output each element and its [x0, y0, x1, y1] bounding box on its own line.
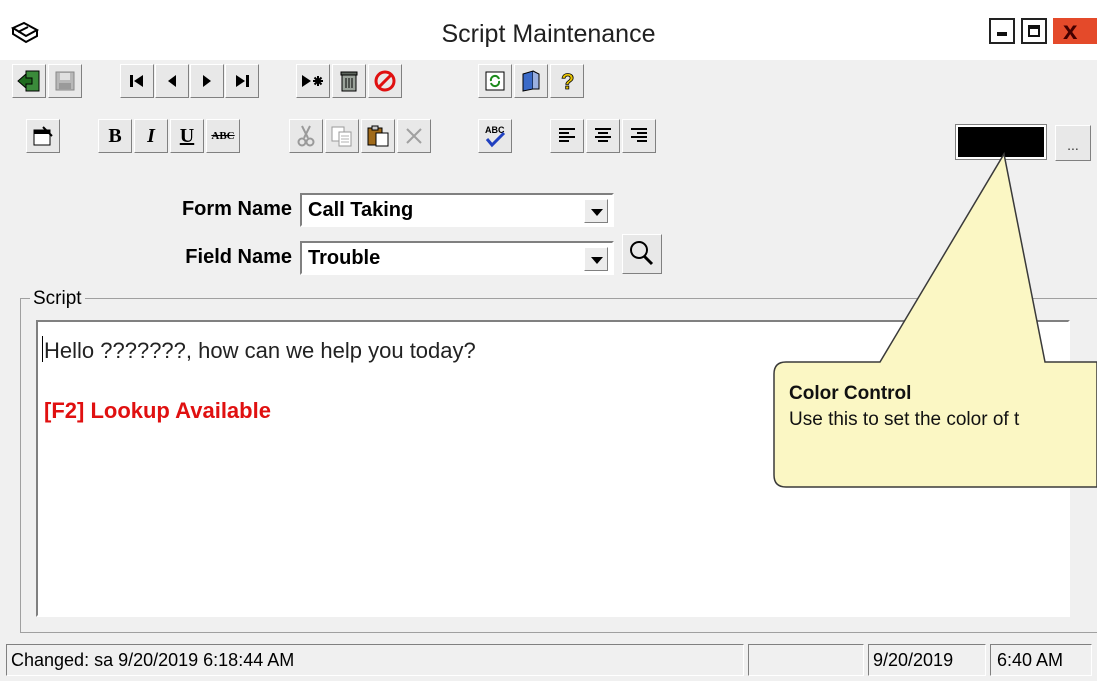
- print-button[interactable]: [514, 64, 548, 98]
- strikethrough-button[interactable]: ABC: [206, 119, 240, 153]
- properties-icon: [33, 126, 53, 146]
- italic-button[interactable]: I: [134, 119, 168, 153]
- new-record-icon: [302, 75, 323, 87]
- align-right-icon: [631, 128, 647, 142]
- title-bar: Script Maintenance x: [0, 0, 1097, 60]
- close-button[interactable]: x: [1053, 15, 1097, 45]
- cut-button[interactable]: [289, 119, 323, 153]
- copy-icon: [331, 126, 352, 147]
- close-icon: x: [1063, 15, 1078, 45]
- spellcheck-icon: ABC: [485, 125, 506, 148]
- align-center-button[interactable]: [586, 119, 620, 153]
- form-name-label: Form Name: [181, 198, 292, 220]
- bold-button[interactable]: B: [98, 119, 132, 153]
- color-picker-button[interactable]: ...: [1055, 125, 1091, 161]
- help-button[interactable]: ?: [550, 64, 584, 98]
- align-left-button[interactable]: [550, 119, 584, 153]
- underline-button[interactable]: U: [170, 119, 204, 153]
- format-toolbar: B I U ABC ABC: [0, 119, 700, 155]
- previous-record-button[interactable]: [155, 64, 189, 98]
- next-record-icon: [203, 75, 211, 87]
- first-record-icon: [130, 75, 143, 87]
- strikethrough-icon: ABC: [211, 130, 235, 142]
- save-icon: [55, 71, 75, 91]
- maximize-button[interactable]: [1021, 18, 1047, 44]
- bold-icon: B: [108, 124, 122, 147]
- status-panel-empty: [748, 644, 864, 676]
- navigation-toolbar: ?: [0, 64, 620, 100]
- paste-icon: [367, 125, 389, 147]
- script-group-label: Script: [30, 288, 85, 310]
- previous-record-icon: [168, 75, 176, 87]
- script-line-greeting: Hello ???????, how can we help you today…: [44, 338, 476, 363]
- status-date: 9/20/2019: [868, 644, 986, 676]
- status-changed: Changed: sa 9/20/2019 6:18:44 AM: [6, 644, 744, 676]
- align-left-icon: [559, 128, 575, 142]
- spellcheck-button[interactable]: ABC: [478, 119, 512, 153]
- color-swatch[interactable]: [955, 124, 1047, 160]
- align-center-icon: [595, 128, 611, 142]
- properties-button[interactable]: [26, 119, 60, 153]
- field-name-value: Trouble: [308, 247, 381, 269]
- script-line-lookup: [F2] Lookup Available: [44, 398, 271, 423]
- clear-button[interactable]: [397, 119, 431, 153]
- new-record-button[interactable]: [296, 64, 330, 98]
- cancel-icon: [374, 70, 396, 92]
- first-record-button[interactable]: [120, 64, 154, 98]
- italic-icon: I: [147, 124, 155, 147]
- status-time: 6:40 AM: [990, 644, 1092, 676]
- field-name-combo[interactable]: Trouble: [300, 241, 614, 275]
- print-icon: [522, 70, 540, 92]
- chevron-down-icon[interactable]: [584, 199, 608, 223]
- delete-button[interactable]: [332, 64, 366, 98]
- last-record-button[interactable]: [225, 64, 259, 98]
- next-record-button[interactable]: [190, 64, 224, 98]
- script-maintenance-window: Script Maintenance x ? B I U ABC ABC ...…: [0, 0, 1097, 681]
- svg-text:?: ?: [561, 69, 574, 93]
- exit-icon: [17, 70, 40, 92]
- refresh-button[interactable]: [478, 64, 512, 98]
- lookup-button[interactable]: [622, 234, 662, 274]
- minimize-button[interactable]: [989, 18, 1015, 44]
- cancel-button[interactable]: [368, 64, 402, 98]
- search-icon: [630, 241, 654, 266]
- field-name-label: Field Name: [185, 246, 292, 268]
- script-editor[interactable]: Hello ???????, how can we help you today…: [36, 320, 1070, 617]
- callout-title: Color Control: [789, 383, 912, 404]
- clear-icon: [406, 128, 422, 144]
- paste-button[interactable]: [361, 119, 395, 153]
- refresh-icon: [485, 71, 505, 91]
- copy-button[interactable]: [325, 119, 359, 153]
- callout-body: Use this to set the color of t: [789, 409, 1020, 430]
- delete-icon: [340, 71, 358, 92]
- last-record-icon: [236, 75, 249, 87]
- exit-button[interactable]: [12, 64, 46, 98]
- align-right-button[interactable]: [622, 119, 656, 153]
- save-button[interactable]: [48, 64, 82, 98]
- help-icon: ?: [561, 69, 575, 93]
- text-caret: [42, 336, 43, 362]
- window-title: Script Maintenance: [441, 20, 656, 48]
- form-name-combo[interactable]: Call Taking: [300, 193, 614, 227]
- underline-icon: U: [179, 124, 195, 147]
- form-name-value: Call Taking: [308, 199, 414, 221]
- chevron-down-icon[interactable]: [584, 247, 608, 271]
- cut-icon: [297, 125, 315, 147]
